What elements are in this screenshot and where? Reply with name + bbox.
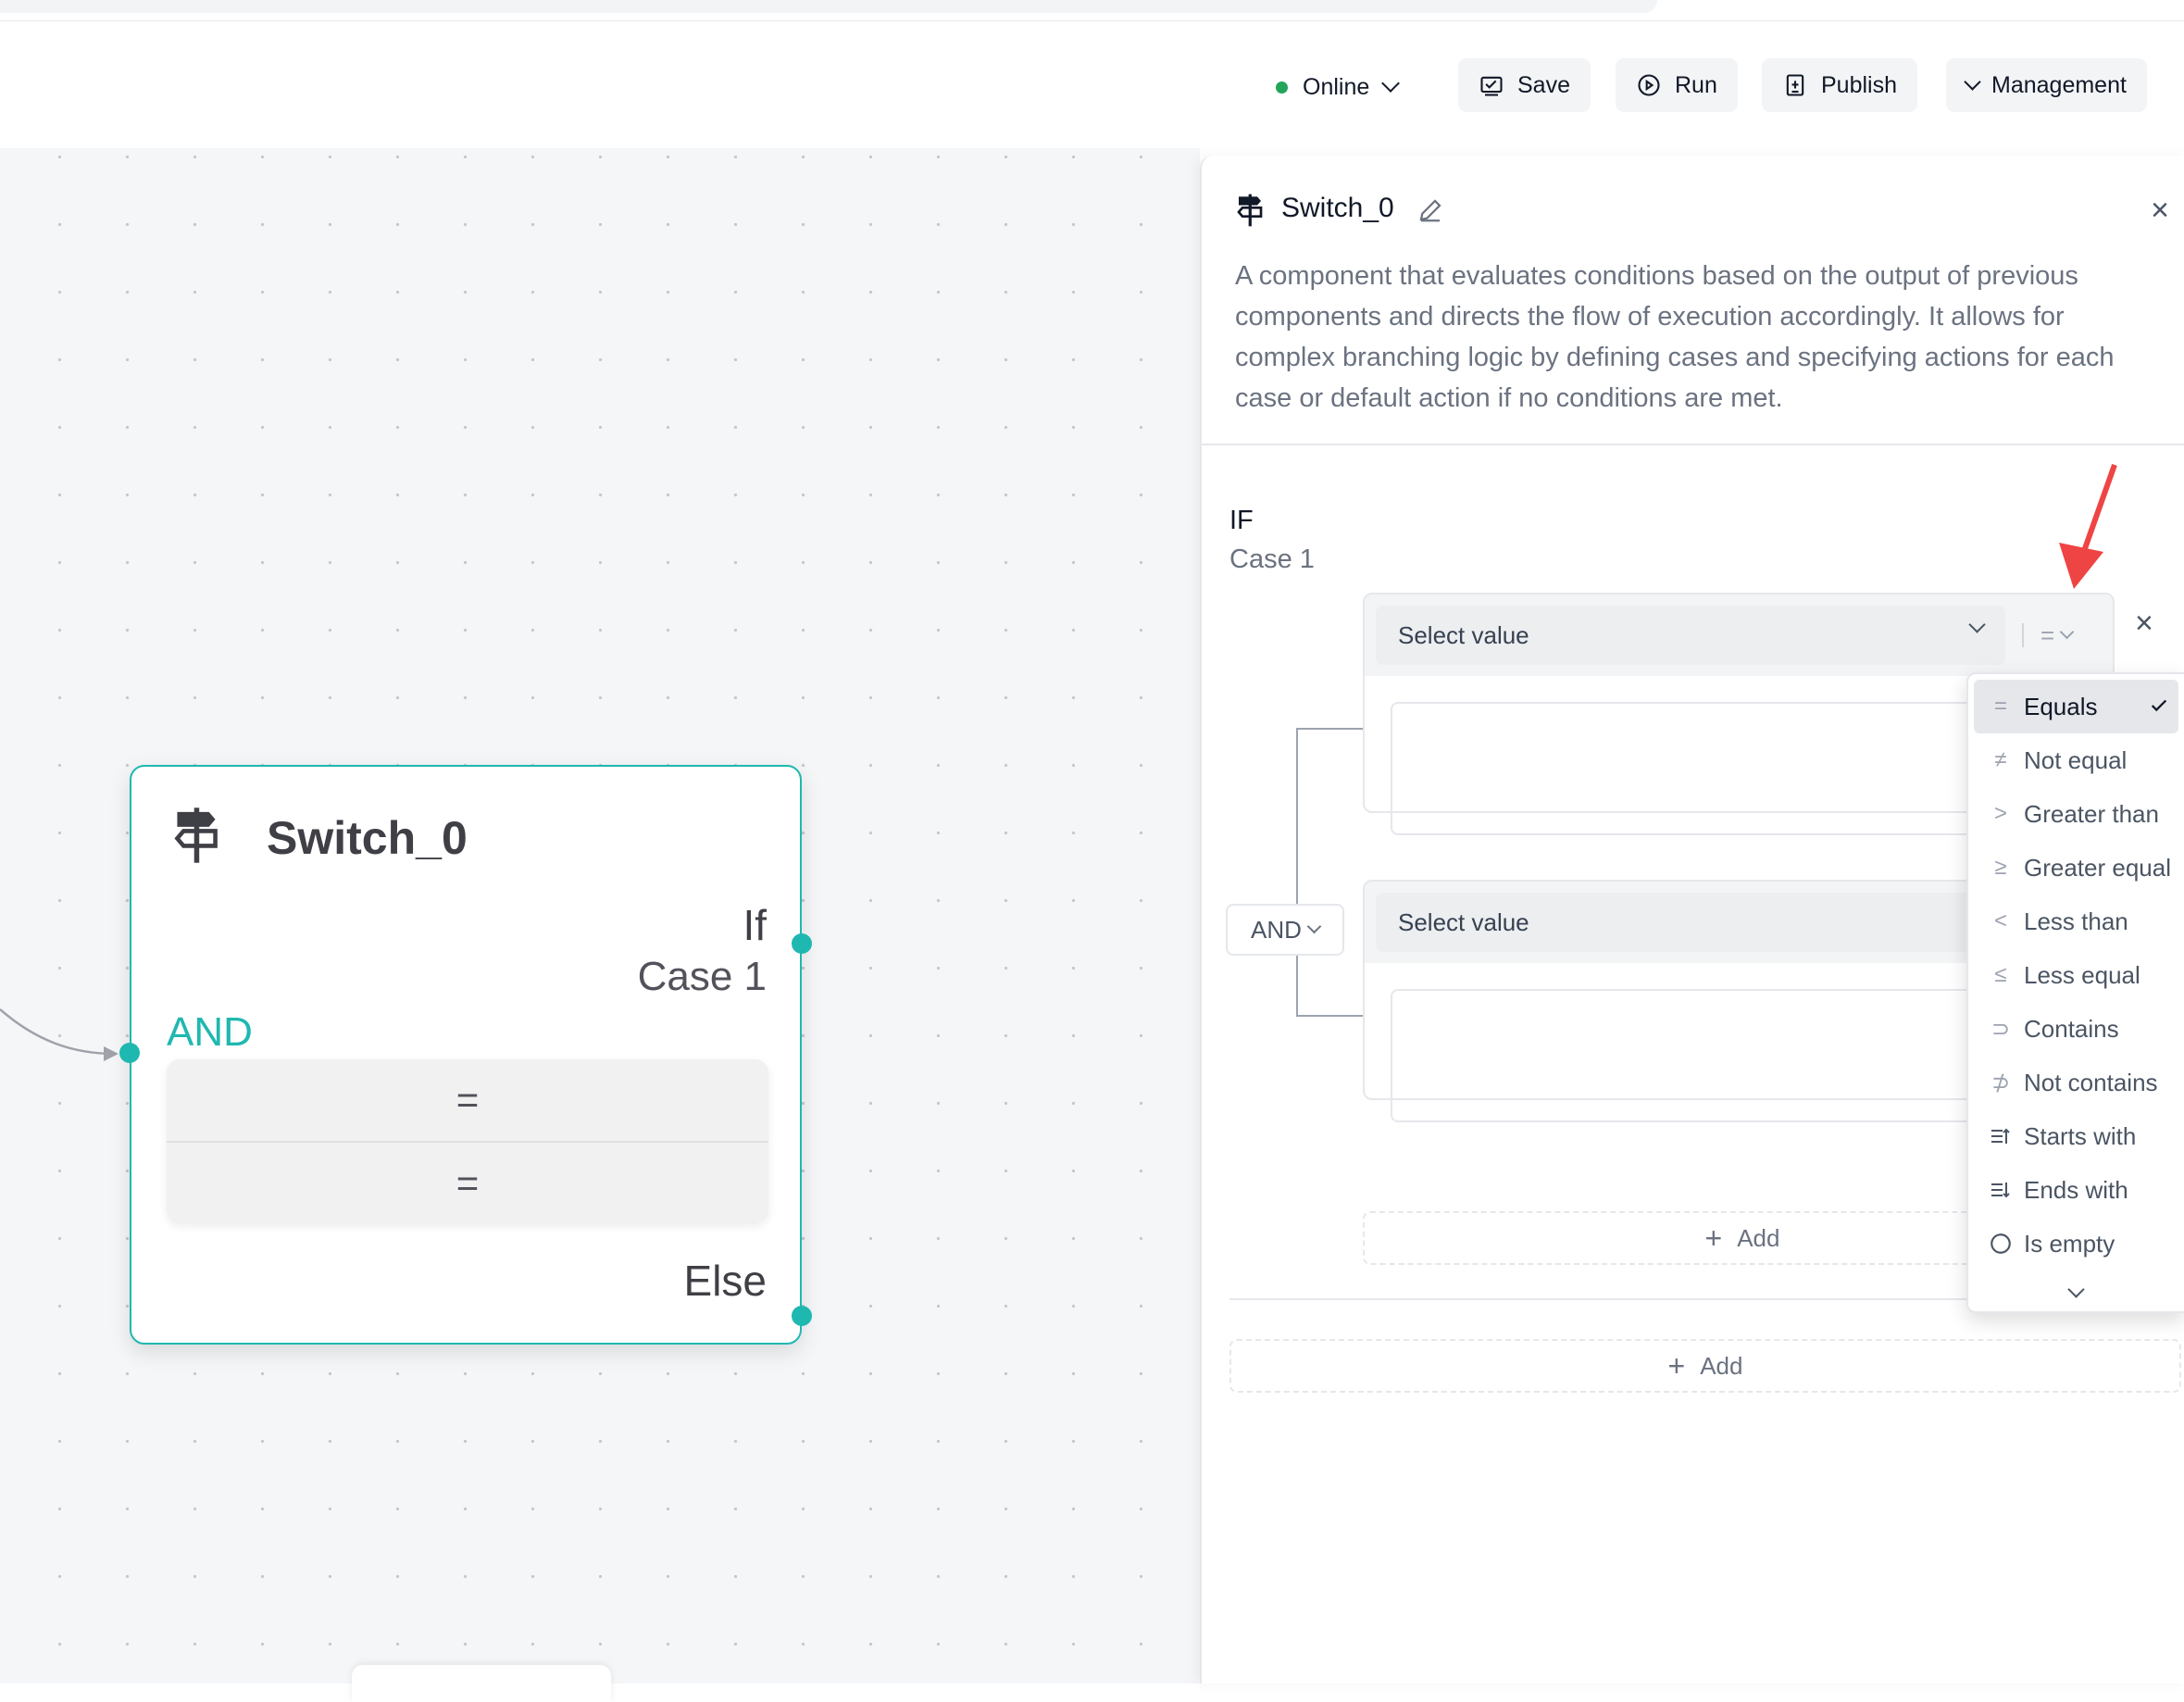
case-label: Case 1 (1229, 544, 1315, 574)
starts-with-icon (1991, 1128, 2010, 1144)
panel-description: A component that evaluates conditions ba… (1235, 261, 2115, 413)
value-select-placeholder: Select value (1398, 907, 1529, 936)
equals-icon: = (1993, 694, 2007, 719)
operator-option-label: Is empty (2024, 1229, 2115, 1258)
remove-condition-icon[interactable]: × (2135, 606, 2153, 642)
value-select[interactable]: Select value (1376, 893, 2005, 952)
save-label: Save (1517, 71, 1570, 98)
greater-equal-icon: ≥ (1994, 855, 2007, 880)
edit-icon[interactable] (1416, 196, 1444, 224)
else-output-handle[interactable] (792, 1306, 812, 1326)
chevron-down-icon (2067, 1280, 2085, 1298)
operator-option-label: Not equal (2024, 745, 2128, 774)
online-dot-icon (1276, 81, 1288, 94)
chevron-down-icon (1381, 74, 1401, 93)
bottom-toolbar-tab[interactable] (352, 1665, 611, 1702)
operator-option-not-contains[interactable]: ⊅ Not contains (1968, 1056, 2184, 1109)
add-case-label: Add (1700, 1351, 1743, 1380)
node-else-label: Else (683, 1257, 767, 1305)
less-equal-icon: ≤ (1994, 962, 2007, 987)
operator-option-is-empty[interactable]: Is empty (1968, 1217, 2184, 1270)
panel-title: Switch_0 (1281, 193, 1394, 223)
value-select-placeholder: Select value (1398, 620, 1529, 649)
node-title: Switch_0 (267, 812, 468, 864)
workflow-canvas[interactable]: Switch_0 If Case 1 AND = = Else (0, 148, 1200, 1683)
annotation-arrow-icon (2059, 463, 2117, 589)
chevron-down-icon (1968, 616, 1986, 633)
operator-option-contains[interactable]: ⊃ Contains (1968, 1002, 2184, 1056)
operator-option-less-than[interactable]: < Less than (1968, 895, 2184, 948)
operator-dropdown: = Equals ≠ Not equal > Greater than ≥ Gr… (1966, 672, 2184, 1313)
save-button[interactable]: Save (1458, 58, 1591, 112)
less-than-icon: < (1993, 908, 2007, 933)
operator-option-label: Ends with (2024, 1175, 2128, 1204)
chevron-down-icon (1306, 919, 1322, 933)
circle-icon (1991, 1233, 2011, 1254)
connection-edge (0, 1008, 119, 1061)
greater-than-icon: > (1993, 801, 2007, 826)
management-label: Management (1991, 71, 2127, 98)
scroll-more-button[interactable] (1968, 1270, 2184, 1313)
operator-option-label: Greater than (2024, 799, 2159, 828)
operator-option-label: Less than (2024, 907, 2128, 935)
operator-select[interactable]: = (2022, 617, 2075, 654)
operator-option-label: Less equal (2024, 960, 2140, 989)
status-dropdown[interactable]: Online (1276, 67, 1401, 107)
panel-divider (1202, 444, 2184, 445)
switch-node[interactable]: Switch_0 If Case 1 AND = = Else (119, 765, 812, 1345)
check-icon (2151, 699, 2167, 712)
operator-option-label: Greater equal (2024, 853, 2171, 882)
operator-select-value: = (2040, 620, 2055, 649)
run-label: Run (1675, 71, 1717, 98)
operator-option-greater-than[interactable]: > Greater than (1968, 787, 2184, 841)
node-condition-row: = (167, 1141, 768, 1224)
value-select[interactable]: Select value (1376, 606, 2005, 665)
operator-option-starts-with[interactable]: Starts with (1968, 1109, 2184, 1163)
signpost-icon (174, 807, 218, 863)
management-button[interactable]: Management (1946, 58, 2147, 112)
publish-button[interactable]: Publish (1762, 58, 1917, 112)
node-case-label: Case 1 (637, 954, 767, 999)
logic-select[interactable]: AND (1226, 904, 1344, 956)
node-condition-row: = (456, 1078, 480, 1121)
divider (2022, 623, 2024, 647)
chevron-down-icon (2059, 624, 2075, 639)
node-conditions: = = (167, 1059, 768, 1222)
save-icon (1480, 76, 1503, 96)
plus-icon: + (1667, 1348, 1686, 1383)
input-handle[interactable] (119, 1043, 140, 1063)
if-output-handle[interactable] (792, 933, 812, 954)
ends-with-icon (1991, 1183, 2010, 1198)
operator-option-label: Equals (2024, 692, 2098, 720)
close-icon[interactable]: × (2151, 193, 2169, 229)
contains-icon: ⊃ (1991, 1016, 2011, 1042)
publish-icon (1786, 74, 1804, 96)
operator-option-label: Contains (2024, 1014, 2119, 1043)
browser-top-strip (0, 0, 1657, 13)
operator-option-label: Not contains (2024, 1068, 2158, 1096)
logic-select-value: AND (1251, 915, 1302, 944)
operator-option-not-equal[interactable]: ≠ Not equal (1968, 733, 2184, 787)
signpost-icon (1237, 194, 1263, 227)
plus-icon: + (1704, 1220, 1723, 1255)
operator-option-label: Starts with (2024, 1121, 2137, 1150)
operator-option-ends-with[interactable]: Ends with (1968, 1163, 2184, 1217)
play-circle-icon (1638, 74, 1660, 96)
chevron-down-icon (1964, 72, 1981, 91)
publish-label: Publish (1821, 71, 1897, 98)
add-case-button[interactable]: + Add (1229, 1339, 2181, 1393)
operator-option-less-equal[interactable]: ≤ Less equal (1968, 948, 2184, 1002)
top-divider (0, 20, 2184, 21)
not-equal-icon: ≠ (1994, 747, 2007, 772)
add-condition-label: Add (1737, 1223, 1780, 1252)
status-label: Online (1303, 73, 1370, 100)
logic-bracket (1296, 728, 1363, 1017)
not-contains-icon: ⊅ (1991, 1070, 2011, 1095)
operator-option-greater-equal[interactable]: ≥ Greater equal (1968, 841, 2184, 895)
node-if-label: If (743, 901, 767, 949)
run-button[interactable]: Run (1616, 58, 1738, 112)
operator-option-equals[interactable]: = Equals (1974, 680, 2178, 733)
if-label: IF (1229, 506, 1254, 535)
node-logic-label: AND (167, 1009, 253, 1055)
